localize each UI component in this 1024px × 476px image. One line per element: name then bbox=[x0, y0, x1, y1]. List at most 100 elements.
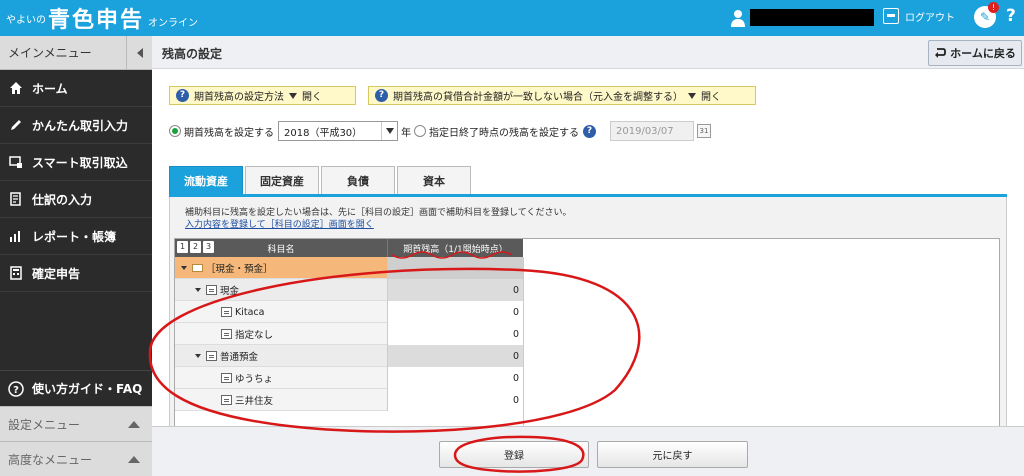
sidebar-item-easy-entry[interactable]: かんたん取引入力 bbox=[0, 107, 152, 144]
account-icon bbox=[221, 307, 232, 317]
logo-main: 青色申告 bbox=[48, 8, 145, 33]
advanced-menu-toggle[interactable]: 高度なメニュー bbox=[0, 441, 152, 476]
year-select-value: 2018（平成30） bbox=[284, 127, 363, 139]
account-name: ゆうちょ bbox=[235, 374, 274, 385]
notification-badge: ! bbox=[988, 2, 999, 13]
balance-input[interactable]: 0 bbox=[387, 301, 523, 323]
footer-bar: 登録 元に戻す bbox=[152, 426, 1024, 476]
account-name-cell: 現金 bbox=[175, 279, 387, 301]
column-header-label: 科目名 bbox=[267, 244, 295, 255]
account-name-cell: ［現金・預金］ bbox=[175, 257, 387, 279]
grid-page-button[interactable]: 2 bbox=[190, 241, 201, 253]
main-content: 残高の設定 ホームに戻る ? 期首残高の設定方法 開く ? 期首残高の貸借合計金… bbox=[152, 36, 1024, 476]
sidebar-item-home[interactable]: ホーム bbox=[0, 70, 152, 107]
home-button[interactable]: ホームに戻る bbox=[928, 40, 1022, 66]
expand-caret-icon[interactable] bbox=[195, 288, 201, 292]
balance-mismatch-help-toggle[interactable]: ? 期首残高の貸借合計金額が一致しない場合（元入金を調整する） 開く bbox=[368, 86, 756, 105]
column-header-label: 期首残高（1/1開始時点） bbox=[403, 244, 508, 255]
account-name-cell: 普通預金 bbox=[175, 345, 387, 367]
sidebar-collapse-button[interactable] bbox=[126, 36, 152, 70]
account-icon bbox=[221, 373, 232, 383]
chevron-up-icon bbox=[128, 421, 140, 428]
tab-fixed-assets[interactable]: 固定資産 bbox=[245, 166, 319, 194]
account-name: 現金 bbox=[220, 286, 240, 297]
info-action: 開く bbox=[701, 92, 721, 103]
date-input[interactable]: 2019/03/07 bbox=[610, 121, 694, 141]
column-header-account: 1 2 3 科目名 bbox=[175, 239, 387, 257]
expand-caret-icon[interactable] bbox=[195, 354, 201, 358]
info-action: 開く bbox=[302, 92, 322, 103]
sidebar-item-label: かんたん取引入力 bbox=[32, 118, 129, 133]
chevron-up-icon bbox=[128, 456, 140, 463]
tab-capital[interactable]: 資本 bbox=[397, 166, 471, 194]
sidebar-item-label: ホーム bbox=[32, 81, 68, 96]
table-row[interactable]: 指定なし 0 bbox=[175, 323, 523, 345]
sidebar-item-label: スマート取引取込 bbox=[32, 155, 128, 170]
svg-text:?: ? bbox=[13, 385, 19, 396]
sidebar-item-guide[interactable]: ? 使い方ガイド・FAQ bbox=[0, 370, 152, 406]
balance-input[interactable]: 0 bbox=[387, 389, 523, 411]
chevron-down-icon bbox=[688, 92, 696, 99]
main-menu-label: メインメニュー bbox=[8, 46, 92, 60]
table-row[interactable]: Kitaca 0 bbox=[175, 301, 523, 323]
return-arrow-icon bbox=[935, 48, 947, 58]
top-bar: やよいの 青色申告 オンライン ログアウト ✎ ! ? bbox=[0, 0, 1024, 36]
specified-date-radio[interactable] bbox=[414, 125, 426, 137]
page-title: 残高の設定 bbox=[162, 47, 223, 61]
grid-page-button[interactable]: 3 bbox=[203, 241, 214, 253]
year-suffix: 年 bbox=[401, 127, 411, 139]
logo-prefix: やよいの bbox=[6, 14, 46, 26]
balance-input[interactable]: 0 bbox=[387, 367, 523, 389]
grid-page-button[interactable]: 1 bbox=[177, 241, 188, 253]
table-row[interactable]: ゆうちょ 0 bbox=[175, 367, 523, 389]
table-row[interactable]: 普通預金 0 bbox=[175, 345, 523, 367]
help-icon[interactable]: ? bbox=[1006, 6, 1016, 26]
tab-current-assets[interactable]: 流動資産 bbox=[169, 166, 243, 194]
import-icon bbox=[8, 154, 24, 170]
logout-button[interactable]: ログアウト bbox=[883, 8, 955, 24]
year-select[interactable]: 2018（平成30） bbox=[278, 121, 398, 141]
balance-cell: 0 bbox=[387, 345, 523, 367]
account-settings-link[interactable]: 入力内容を登録して［科目の設定］画面を開く bbox=[185, 217, 374, 230]
specified-date-label[interactable]: 指定日終了時点の残高を設定する bbox=[429, 124, 579, 139]
advanced-menu-label: 高度なメニュー bbox=[8, 452, 93, 467]
page-header: 残高の設定 ホームに戻る bbox=[152, 36, 1024, 69]
user-icon bbox=[731, 10, 745, 27]
sidebar-item-reports[interactable]: レポート・帳簿 bbox=[0, 218, 152, 255]
account-icon bbox=[206, 285, 217, 295]
balance-input[interactable]: 0 bbox=[387, 323, 523, 345]
sidebar-item-journal[interactable]: 仕訳の入力 bbox=[0, 181, 152, 218]
table-row[interactable]: 現金 0 bbox=[175, 279, 523, 301]
sidebar: メインメニュー ホーム かんたん取引入力 スマート取引取込 仕訳の入力 レポート… bbox=[0, 36, 152, 476]
register-button[interactable]: 登録 bbox=[439, 441, 589, 468]
tab-liabilities[interactable]: 負債 bbox=[321, 166, 395, 194]
opening-balance-label[interactable]: 期首残高を設定する bbox=[184, 124, 274, 139]
calculator-icon bbox=[8, 265, 24, 281]
sidebar-item-smart-import[interactable]: スマート取引取込 bbox=[0, 144, 152, 181]
expand-caret-icon[interactable] bbox=[181, 266, 187, 270]
question-icon[interactable]: ? bbox=[583, 124, 596, 138]
info-label: 期首残高の設定方法 bbox=[194, 92, 284, 103]
opening-balance-radio[interactable] bbox=[169, 125, 181, 137]
chart-icon bbox=[8, 228, 24, 244]
app-logo[interactable]: やよいの 青色申告 オンライン bbox=[6, 4, 198, 33]
table-row[interactable]: ［現金・預金］ bbox=[175, 257, 523, 279]
account-name-cell: 指定なし bbox=[175, 323, 387, 345]
question-icon: ? bbox=[176, 89, 189, 102]
sidebar-item-label: 確定申告 bbox=[32, 266, 81, 281]
account-icon bbox=[221, 395, 232, 405]
chevron-down-icon bbox=[289, 92, 297, 99]
column-header-opening-balance: 期首残高（1/1開始時点） bbox=[387, 239, 523, 257]
table-row[interactable]: 三井住友 0 bbox=[175, 389, 523, 411]
calendar-icon[interactable]: 31 bbox=[697, 124, 711, 138]
opening-balance-help-toggle[interactable]: ? 期首残高の設定方法 開く bbox=[169, 86, 356, 105]
account-name: 指定なし bbox=[235, 330, 274, 341]
pencil-icon bbox=[8, 117, 24, 133]
sidebar-item-label: 使い方ガイド・FAQ bbox=[32, 382, 143, 396]
revert-button[interactable]: 元に戻す bbox=[597, 441, 748, 468]
grid-empty-area bbox=[523, 257, 999, 427]
account-tabs: 流動資産 固定資産 負債 資本 bbox=[169, 166, 471, 194]
balance-cell: 0 bbox=[387, 279, 523, 301]
settings-menu-toggle[interactable]: 設定メニュー bbox=[0, 406, 152, 441]
sidebar-item-tax-return[interactable]: 確定申告 bbox=[0, 255, 152, 292]
